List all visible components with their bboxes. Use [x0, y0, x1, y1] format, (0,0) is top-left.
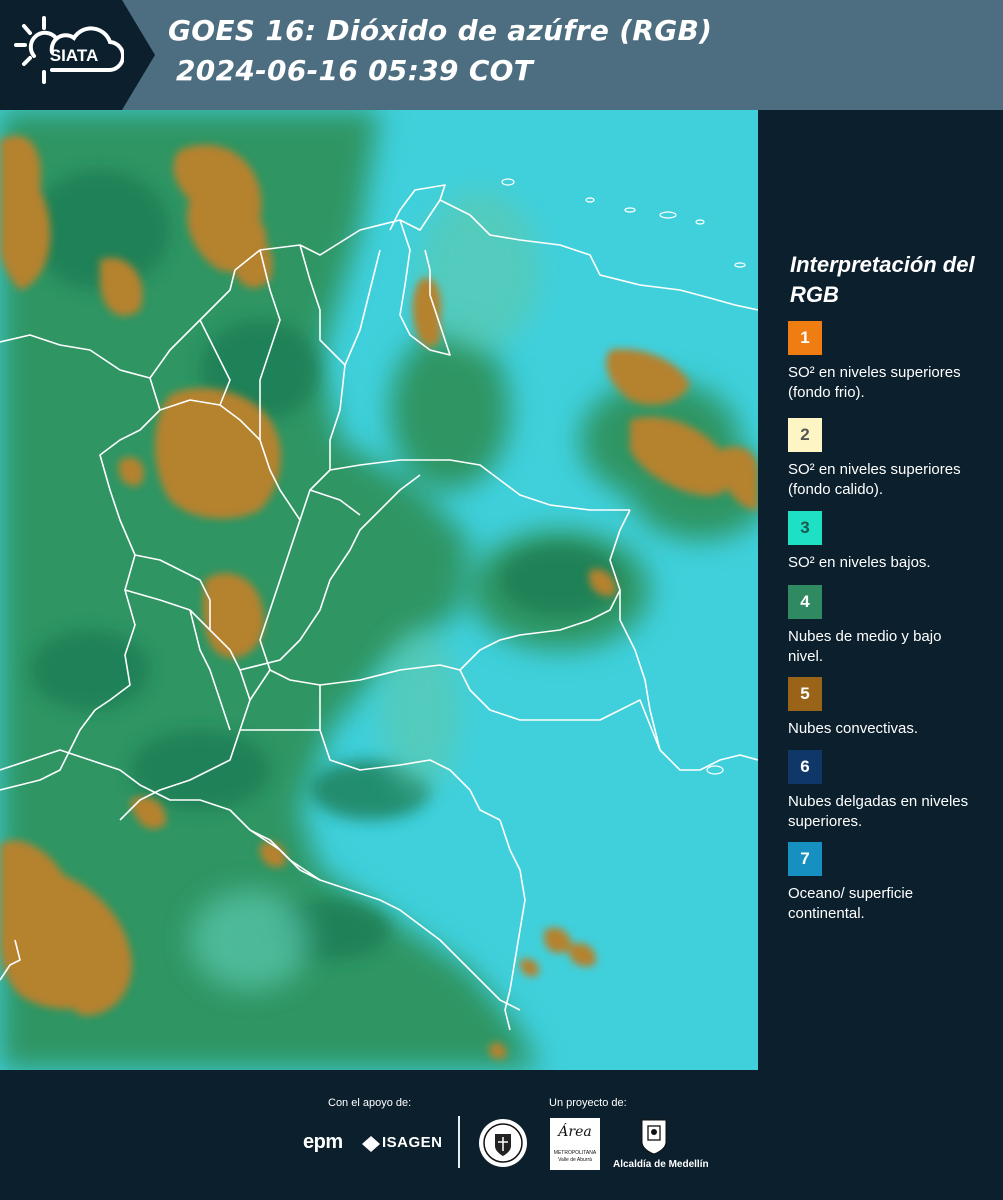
support-caption: Con el apoyo de:	[328, 1097, 412, 1109]
legend-panel: Interpretación del RGB 1 SO² en niveles …	[758, 110, 1003, 1070]
timestamp: 2024-06-16 05:39 COT	[176, 54, 534, 87]
legend-number-1: 1	[800, 328, 810, 347]
medellin-seal-icon	[479, 1119, 527, 1167]
page-title: GOES 16: Dióxido de azúfre (RGB)	[168, 14, 713, 47]
siata-logo: SIATA	[14, 12, 126, 98]
alcaldia-caption: Alcaldía de Medellín	[613, 1159, 709, 1170]
legend-title: Interpretación del RGB	[790, 252, 975, 307]
legend-swatch-4: 4	[788, 585, 822, 619]
legend-item-7: 7 Oceano/ superficie continental.	[788, 842, 988, 924]
legend-swatch-2: 2	[788, 418, 822, 452]
legend-number-3: 3	[800, 518, 810, 537]
alcaldia-shield-icon	[641, 1119, 667, 1155]
legend-swatch-1: 1	[788, 321, 822, 355]
legend-swatch-5: 5	[788, 677, 822, 711]
legend-label-6: Nubes delgadas en niveles superiores.	[788, 793, 969, 830]
legend-label-4: Nubes de medio y bajo nivel.	[788, 628, 942, 665]
legend-label-5: Nubes convectivas.	[788, 720, 919, 737]
legend-item-6: 6 Nubes delgadas en niveles superiores.	[788, 750, 988, 832]
area-logo-subtitle: METROPOLITANA Valle de Aburrá	[553, 1150, 597, 1163]
legend-label-1: SO² en niveles superiores (fondo frio).	[788, 364, 961, 401]
legend-label-7: Oceano/ superficie continental.	[788, 885, 914, 922]
isagen-logo: ISAGEN	[382, 1134, 443, 1151]
area-logo-name: Área	[558, 1124, 592, 1140]
sun-cloud-icon: SIATA	[14, 16, 126, 84]
footer: Con el apoyo de: Un proyecto de: epm ISA…	[0, 1070, 1003, 1200]
satellite-map[interactable]	[0, 110, 758, 1070]
legend-item-3: 3 SO² en niveles bajos.	[788, 511, 988, 573]
legend-item-1: 1 SO² en niveles superiores (fondo frio)…	[788, 321, 988, 403]
satellite-image	[0, 110, 758, 1070]
area-metropolitana-logo: Área METROPOLITANA Valle de Aburrá	[550, 1118, 600, 1170]
legend-swatch-6: 6	[788, 750, 822, 784]
logo-text: SIATA	[50, 46, 98, 65]
legend-label-2: SO² en niveles superiores (fondo calido)…	[788, 461, 961, 498]
legend-swatch-3: 3	[788, 511, 822, 545]
legend-number-5: 5	[800, 684, 810, 703]
footer-divider	[458, 1116, 460, 1168]
header: SIATA GOES 16: Dióxido de azúfre (RGB) 2…	[0, 0, 1003, 110]
epm-logo: epm	[303, 1131, 343, 1153]
legend-item-4: 4 Nubes de medio y bajo nivel.	[788, 585, 988, 667]
legend-item-2: 2 SO² en niveles superiores (fondo calid…	[788, 418, 988, 500]
isagen-mark-icon	[362, 1136, 380, 1152]
legend-number-4: 4	[800, 592, 810, 611]
project-caption: Un proyecto de:	[549, 1097, 627, 1109]
legend-number-6: 6	[800, 757, 810, 776]
legend-item-5: 5 Nubes convectivas.	[788, 677, 988, 739]
legend-number-7: 7	[800, 849, 810, 868]
legend-label-3: SO² en niveles bajos.	[788, 554, 931, 571]
legend-number-2: 2	[800, 425, 810, 444]
legend-swatch-7: 7	[788, 842, 822, 876]
